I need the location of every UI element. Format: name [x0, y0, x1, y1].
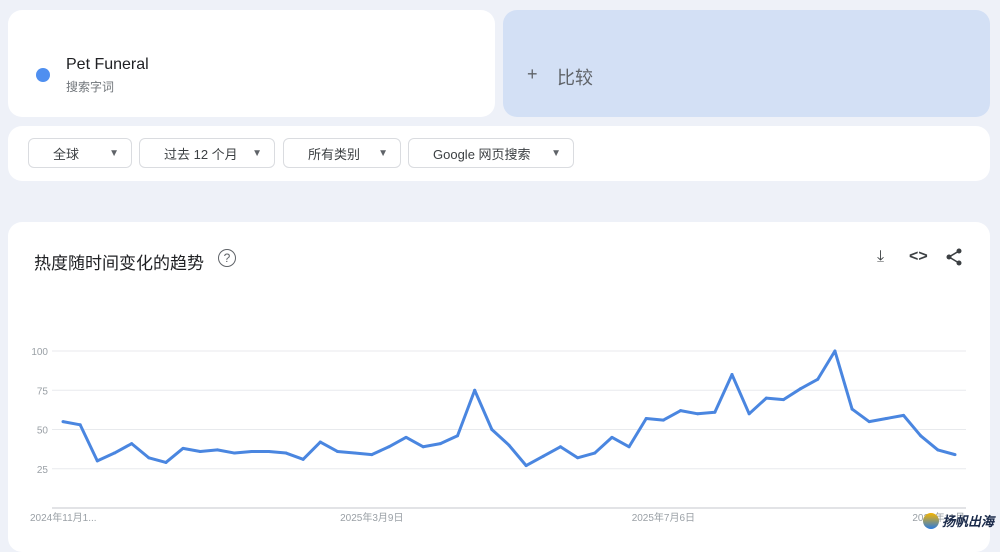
watermark-text: 扬帆出海	[942, 511, 994, 530]
data-point	[868, 420, 871, 423]
data-point	[593, 452, 596, 455]
data-point	[319, 441, 322, 444]
data-point	[147, 456, 150, 459]
data-point	[250, 450, 253, 453]
data-point	[199, 450, 202, 453]
x-tick-label: 2025年3月9日	[340, 511, 403, 524]
data-point	[302, 458, 305, 461]
x-tick-label: 2024年11月1...	[30, 511, 97, 524]
data-point	[645, 417, 648, 420]
data-point	[679, 409, 682, 412]
data-point	[782, 398, 785, 401]
y-tick-label: 50	[37, 426, 49, 437]
data-point	[164, 461, 167, 464]
data-point	[336, 450, 339, 453]
data-point	[490, 428, 493, 431]
data-point	[919, 434, 922, 437]
data-point	[285, 452, 288, 455]
data-point	[62, 420, 65, 423]
data-point	[182, 447, 185, 450]
data-point	[267, 450, 270, 453]
data-point	[439, 442, 442, 445]
data-point	[233, 452, 236, 455]
data-point	[748, 412, 751, 415]
data-point	[936, 448, 939, 451]
data-point	[662, 419, 665, 422]
data-point	[799, 387, 802, 390]
data-point	[387, 445, 390, 448]
data-point	[816, 378, 819, 381]
data-point	[353, 452, 356, 455]
y-tick-label: 25	[37, 465, 49, 476]
x-tick-label: 2025年7月6日	[632, 511, 695, 524]
data-point	[559, 445, 562, 448]
y-tick-label: 100	[31, 347, 48, 358]
data-point	[113, 452, 116, 455]
data-point	[130, 442, 133, 445]
data-point	[954, 453, 957, 456]
data-point	[833, 350, 836, 353]
data-point	[628, 445, 631, 448]
data-point	[370, 453, 373, 456]
data-point	[96, 459, 99, 462]
data-point	[696, 412, 699, 415]
data-point	[422, 445, 425, 448]
data-point	[731, 373, 734, 376]
data-point	[405, 436, 408, 439]
data-point	[765, 397, 768, 400]
data-point	[713, 411, 716, 414]
data-point	[473, 389, 476, 392]
data-point	[576, 456, 579, 459]
data-point	[885, 417, 888, 420]
data-point	[508, 444, 511, 447]
data-point	[610, 436, 613, 439]
trend-chart: 2550751002024年11月1...2025年3月9日2025年7月6日2…	[0, 0, 1000, 534]
data-point	[851, 408, 854, 411]
data-point	[216, 448, 219, 451]
data-point	[902, 414, 905, 417]
data-point	[456, 434, 459, 437]
watermark-logo-icon	[923, 513, 939, 529]
series-line-pet-funeral	[63, 351, 955, 466]
data-point	[525, 464, 528, 467]
y-tick-label: 75	[37, 386, 49, 397]
data-point	[79, 423, 82, 426]
data-point	[542, 455, 545, 458]
watermark: 扬帆出海	[923, 511, 994, 530]
